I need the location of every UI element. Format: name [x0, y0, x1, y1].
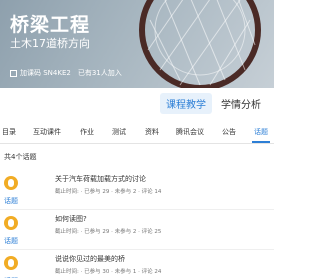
tab-homework[interactable]: 作业 — [80, 127, 94, 137]
course-subtitle: 土木17道桥方向 — [10, 37, 90, 50]
tab-catalog[interactable]: 目录 — [2, 127, 16, 137]
topic-title[interactable]: 说说你见过的最美的桥 — [55, 254, 125, 264]
qr-code-icon[interactable] — [10, 69, 17, 77]
topic-meta: 截止时间: · 已参与 29 · 未参与 2 · 评论 25 — [55, 229, 162, 235]
topic-title[interactable]: 如何读图? — [55, 214, 87, 224]
course-title: 桥梁工程 — [10, 14, 91, 36]
topic-item[interactable]: 话题 如何读图? 截止时间: · 已参与 29 · 未参与 2 · 评论 25 — [0, 210, 274, 250]
topic-title[interactable]: 关于汽车荷载加载方式的讨论 — [55, 174, 146, 184]
topic-avatar — [4, 256, 18, 270]
topic-item[interactable]: 话题 说说你见过的最美的桥 截止时间: · 已参与 30 · 未参与 1 · 评… — [0, 250, 274, 278]
topic-tag: 话题 — [4, 197, 18, 205]
join-info: 加课码 SN4KE2 已有31人加入 — [10, 68, 122, 78]
tab-tencent-meeting[interactable]: 腾讯会议 — [176, 127, 204, 137]
tab-test[interactable]: 测试 — [112, 127, 126, 137]
topic-avatar — [4, 176, 18, 190]
tab-topics[interactable]: 话题 — [254, 127, 268, 137]
topic-meta: 截止时间: · 已参与 29 · 未参与 2 · 评论 14 — [55, 189, 162, 195]
topic-count: 共4个话题 — [4, 153, 37, 161]
topic-tag: 话题 — [4, 237, 18, 245]
course-banner: 桥梁工程 土木17道桥方向 加课码 SN4KE2 已有31人加入 — [0, 0, 274, 88]
joined-count: 已有31人加入 — [77, 69, 122, 77]
mode-tabs: 课程教学 学情分析 — [0, 92, 274, 118]
tab-course-teaching[interactable]: 课程教学 — [160, 93, 212, 114]
tab-learning-analytics[interactable]: 学情分析 — [221, 96, 261, 111]
tab-announcements[interactable]: 公告 — [222, 127, 236, 137]
topic-meta: 截止时间: · 已参与 30 · 未参与 1 · 评论 24 — [55, 269, 162, 275]
tab-interactive-courseware[interactable]: 互动课件 — [33, 127, 61, 137]
topic-item[interactable]: 话题 关于汽车荷载加载方式的讨论 截止时间: · 已参与 29 · 未参与 2 … — [0, 170, 274, 210]
basketball-hoop-image — [139, 0, 261, 88]
join-code[interactable]: 加课码 SN4KE2 — [20, 68, 71, 78]
nav-tabs: 目录 互动课件 作业 测试 资料 腾讯会议 公告 话题 — [0, 122, 274, 144]
topic-avatar — [4, 216, 18, 230]
active-tab-indicator — [252, 141, 270, 143]
tab-materials[interactable]: 资料 — [145, 127, 159, 137]
